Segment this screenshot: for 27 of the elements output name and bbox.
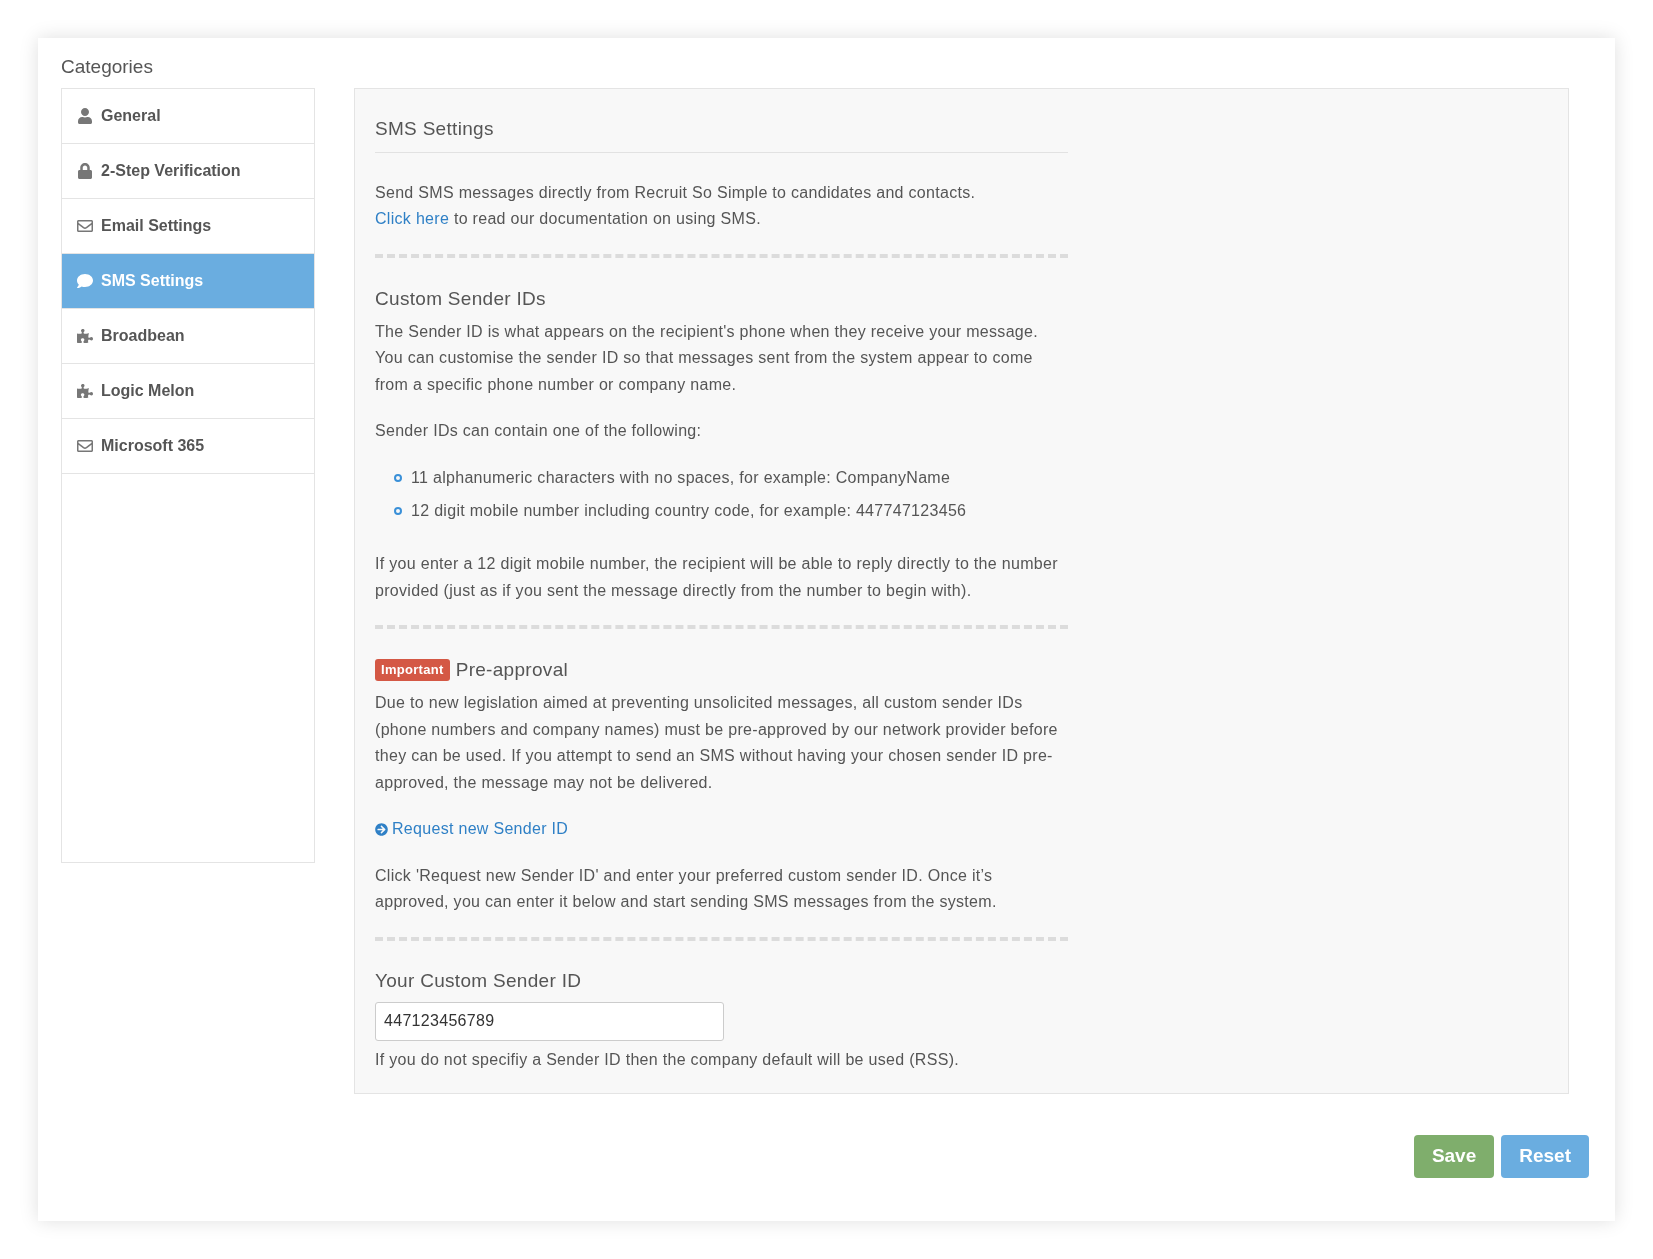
categories-heading: Categories [61, 55, 153, 79]
documentation-link[interactable]: Click here [375, 210, 450, 227]
user-icon [77, 108, 93, 124]
bullet-icon [394, 473, 402, 482]
help-text: If you do not specifiy a Sender ID then the company default will be used (RSS). [375, 1049, 959, 1070]
field-label: Your Custom Sender ID [375, 968, 582, 993]
list-item-text: 12 digit mobile number including country code, for example: 447747123456 [411, 500, 967, 521]
description-text: The Sender ID is what appears on the recipient's phone when they receive your message. You can customise the sender ID so that messages sent from the system appear to come from a specific phone number or company name. [375, 321, 1039, 395]
puzzle-icon [77, 383, 93, 399]
bullet-icon [394, 506, 402, 515]
important-badge: Important [375, 659, 450, 681]
envelope-icon [77, 218, 93, 234]
list-item-text: 11 alphanumeric characters with no spaces, for example: CompanyName [411, 467, 951, 488]
section-heading: Custom Sender IDs [375, 286, 546, 311]
lock-icon [77, 163, 93, 179]
request-sender-id-link[interactable]: Request new Sender ID [375, 816, 569, 843]
panel-title: SMS Settings [375, 117, 494, 141]
note-text: If you enter a 12 digit mobile number, the recipient will be able to reply directly to the number provided (just as if you sent the message directly from the number to begin with). [375, 554, 1059, 601]
envelope-icon [77, 438, 93, 454]
list-intro-text: Sender IDs can contain one of the following: [375, 421, 702, 441]
instructions-text: Click 'Request new Sender ID' and enter your preferred custom sender ID. Once it’s approved, you can enter it below and start sending SMS messages from the system. [375, 865, 998, 912]
speech-bubble-icon [77, 273, 93, 289]
intro-text: Send SMS messages directly from Recruit So Simple to candidates and contacts. Click here to read our documentation on using SMS. [375, 182, 977, 229]
sender-id-input[interactable]: 447123456789 [375, 1001, 724, 1041]
pre-approval-text: Due to new legislation aimed at preventing unsolicited messages, all custom sender IDs (phone numbers and company names) must be pre-approved by our network provider before they can be used. If you attempt to send an SMS without having your chosen sender ID pre-approved, the message may not be delivered. [375, 693, 1059, 793]
section-heading: Pre-approval [455, 658, 569, 682]
puzzle-icon [77, 328, 93, 344]
